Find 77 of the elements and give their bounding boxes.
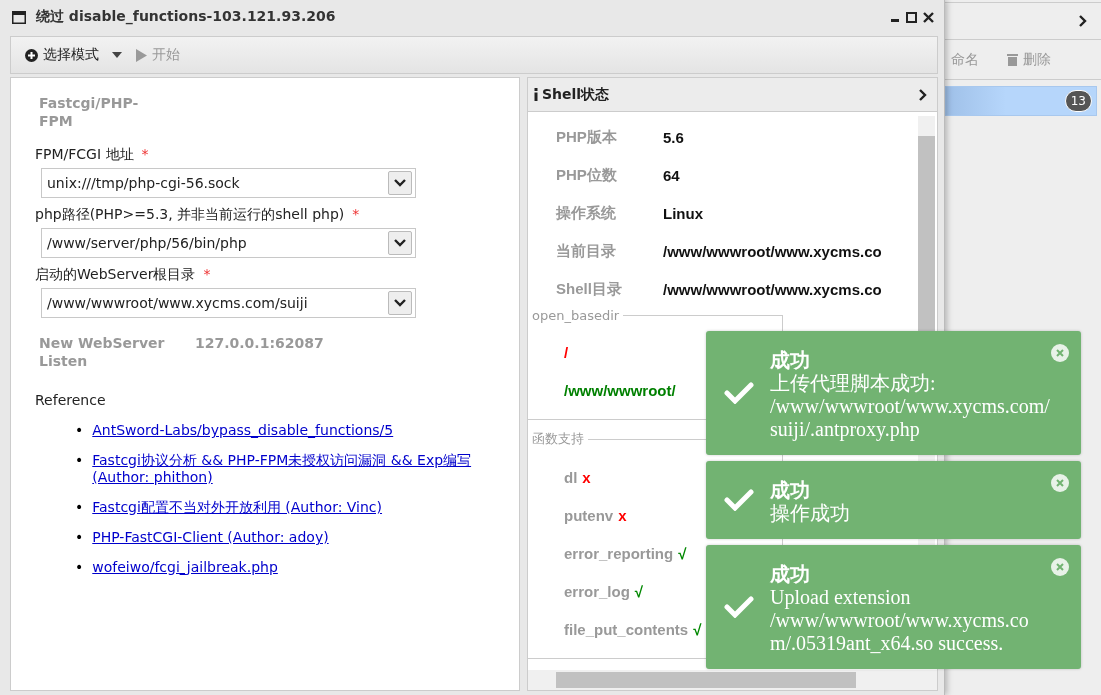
path-select[interactable]: /www/server/php/56/bin/php (41, 228, 416, 258)
toast-title: 成功 (770, 563, 810, 586)
horizontal-scrollbar[interactable] (528, 670, 937, 690)
caret-icon (112, 52, 122, 58)
close-icon[interactable] (923, 11, 934, 23)
function-name: file_put_contents (564, 620, 689, 638)
info-value: Linux (663, 204, 703, 222)
toast-message: /www/wwwroot/www.xycms.com/.05319ant_x64.so success. (770, 609, 1030, 655)
info-label: 操作系统 (556, 203, 617, 223)
field-label: 启动的WebServer根目录 (35, 266, 196, 284)
basedir-path: /www/wwwroot/ (564, 381, 676, 399)
unsupported-mark: x (618, 506, 627, 524)
bullet: • (75, 452, 84, 469)
mode-label: Fastcgi/PHP-FPM (39, 94, 140, 130)
field-label: FPM/FCGI 地址 (35, 146, 134, 164)
function-name: dl (564, 468, 578, 486)
chevron-down-icon (394, 179, 406, 187)
toast-title: 成功 (770, 349, 810, 372)
toast-message: 上传代理脚本成功: (770, 372, 936, 395)
play-icon (136, 48, 147, 62)
required-mark: * (203, 266, 211, 284)
toast-title: 成功 (770, 479, 810, 502)
reference-link[interactable]: Fastcgi协议分析 && PHP-FPM未授权访问漏洞 && Exp编写 (Author: phithon) (92, 452, 495, 486)
reference-link[interactable]: AntSword-Labs/bypass_disable_functions/5 (92, 422, 394, 439)
info-label: PHP版本 (556, 127, 618, 147)
maximize-icon[interactable] (906, 11, 917, 23)
chevron-down-icon (394, 299, 406, 307)
plus-circle-icon (25, 48, 38, 62)
chevron-right-icon[interactable] (918, 88, 927, 101)
path-select[interactable]: /www/wwwroot/www.xycms.com/suiji (41, 288, 416, 318)
chevron-right-icon[interactable] (1078, 15, 1087, 27)
info-icon (534, 88, 538, 101)
reference-link[interactable]: Fastcgi配置不当对外开放利用 (Author: Vinc) (92, 499, 383, 516)
bullet: • (75, 422, 84, 439)
bullet: • (75, 529, 84, 546)
listen-value: 127.0.0.1:62087 (195, 334, 324, 353)
function-name: error_reporting (564, 544, 674, 562)
toast-message: /www/wwwroot/www.xycms.com/suiji/.antproxy.php (770, 395, 1050, 441)
unsupported-mark: x (582, 468, 591, 486)
window-icon (12, 10, 26, 24)
reference-title: Reference (35, 392, 107, 408)
supported-mark: √ (678, 544, 687, 562)
count-badge: 13 (1064, 90, 1092, 112)
list-item[interactable]: 13 (945, 86, 1097, 116)
supported-mark: √ (634, 582, 644, 600)
reference-link[interactable]: wofeiwo/fcgi_jailbreak.php (92, 559, 278, 576)
reference-link[interactable]: PHP-FastCGI-Client (Author: adoy) (92, 529, 329, 546)
basedir-path: / (564, 343, 569, 361)
trash-icon (1007, 53, 1018, 66)
window-title: 绕过 disable_functions-103.121.93.206 (36, 8, 337, 26)
info-value: /www/wwwroot/www.xycms.co (663, 242, 882, 260)
info-label: 当前目录 (556, 241, 617, 261)
function-name: error_log (564, 582, 630, 600)
path-select[interactable]: unix:///tmp/php-cgi-56.sock (41, 168, 416, 198)
required-mark: * (352, 206, 360, 224)
bullet: • (75, 559, 84, 576)
info-label: Shell目录 (556, 279, 623, 299)
section-legend: 函数支持 (528, 430, 588, 448)
chevron-down-icon (394, 239, 406, 247)
bullet: • (75, 499, 84, 516)
toast-message: Upload extension (770, 586, 911, 609)
toast-message: 操作成功 (770, 502, 850, 525)
supported-mark: √ (693, 620, 702, 638)
required-mark: * (141, 146, 149, 164)
panel-title: Shell状态 (542, 85, 610, 104)
field-label: php路径(PHP>=5.3, 并非当前运行的shell php) (35, 206, 345, 224)
mode-dropdown[interactable]: 选择模式 (25, 44, 122, 66)
info-value: 5.6 (663, 128, 684, 146)
check-icon (724, 382, 754, 404)
check-icon (724, 489, 754, 511)
info-label: PHP位数 (556, 165, 618, 185)
info-value: 64 (663, 166, 680, 184)
section-legend: open_basedir (528, 308, 624, 323)
check-icon (724, 596, 754, 618)
listen-label: New WebServer Listen (39, 334, 166, 370)
info-value: /www/wwwroot/www.xycms.co (663, 280, 882, 298)
function-name: putenv (564, 506, 614, 524)
